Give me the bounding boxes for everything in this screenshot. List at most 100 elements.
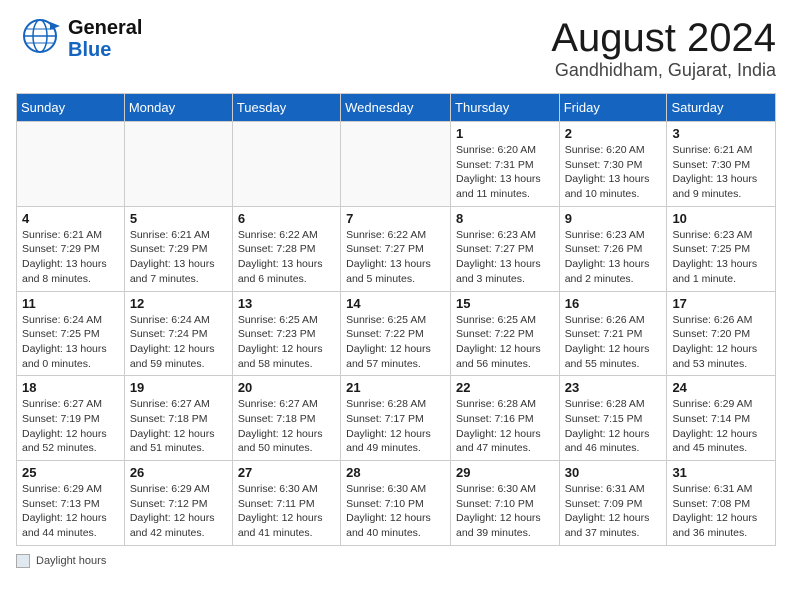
day-number: 2 [565, 126, 662, 141]
daylight-color-box [16, 554, 30, 568]
calendar-cell: 11 Sunrise: 6:24 AM Sunset: 7:25 PM Dayli… [17, 291, 125, 376]
calendar-cell: 17Sunrise: 6:26 AM Sunset: 7:20 PM Dayli… [667, 291, 776, 376]
day-info: Sunrise: 6:23 AM Sunset: 7:26 PM Dayligh… [565, 228, 662, 287]
day-number: 14 [346, 296, 445, 311]
calendar-week-3: 18 Sunrise: 6:27 AM Sunset: 7:19 PM Dayli… [17, 376, 776, 461]
day-number: 8 [456, 211, 554, 226]
day-number: 16 [565, 296, 662, 311]
daylight-label: Daylight hours [36, 555, 106, 567]
calendar-header-row: SundayMondayTuesdayWednesdayThursdayFrid… [17, 94, 776, 122]
calendar-cell [232, 122, 340, 207]
header: General Blue August 2024 Gandhidham, Guj… [16, 16, 776, 81]
calendar-cell: 23Sunrise: 6:28 AM Sunset: 7:15 PM Dayli… [559, 376, 667, 461]
calendar-cell: 12 Sunrise: 6:24 AM Sunset: 7:24 PM Dayli… [124, 291, 232, 376]
day-number: 20 [238, 380, 335, 395]
calendar-cell: 27Sunrise: 6:30 AM Sunset: 7:11 PM Dayli… [232, 461, 340, 546]
calendar-table: SundayMondayTuesdayWednesdayThursdayFrid… [16, 93, 776, 546]
day-number: 18 [22, 380, 119, 395]
calendar-cell: 14Sunrise: 6:25 AM Sunset: 7:22 PM Dayli… [341, 291, 451, 376]
column-header-sunday: Sunday [17, 94, 125, 122]
calendar-cell [17, 122, 125, 207]
day-number: 19 [130, 380, 227, 395]
calendar-cell: 3 Sunrise: 6:21 AM Sunset: 7:30 PM Daylig… [667, 122, 776, 207]
day-number: 9 [565, 211, 662, 226]
calendar-cell: 22 Sunrise: 6:28 AM Sunset: 7:16 PM Dayli… [451, 376, 560, 461]
day-number: 11 [22, 296, 119, 311]
day-number: 13 [238, 296, 335, 311]
calendar-cell [124, 122, 232, 207]
calendar-cell [341, 122, 451, 207]
calendar-cell: 31 Sunrise: 6:31 AM Sunset: 7:08 PM Dayli… [667, 461, 776, 546]
day-number: 26 [130, 465, 227, 480]
day-number: 25 [22, 465, 119, 480]
day-info: Sunrise: 6:21 AM Sunset: 7:30 PM Dayligh… [672, 143, 770, 202]
day-info: Sunrise: 6:31 AM Sunset: 7:08 PM Dayligh… [672, 482, 770, 541]
calendar-cell: 21 Sunrise: 6:28 AM Sunset: 7:17 PM Dayli… [341, 376, 451, 461]
day-number: 27 [238, 465, 335, 480]
column-header-friday: Friday [559, 94, 667, 122]
day-number: 10 [672, 211, 770, 226]
location: Gandhidham, Gujarat, India [551, 60, 776, 81]
calendar-week-0: 1Sunrise: 6:20 AM Sunset: 7:31 PM Daylig… [17, 122, 776, 207]
day-info: Sunrise: 6:28 AM Sunset: 7:16 PM Dayligh… [456, 397, 554, 456]
calendar-cell: 6 Sunrise: 6:22 AM Sunset: 7:28 PM Daylig… [232, 206, 340, 291]
calendar-cell: 13 Sunrise: 6:25 AM Sunset: 7:23 PM Dayli… [232, 291, 340, 376]
day-info: Sunrise: 6:28 AM Sunset: 7:17 PM Dayligh… [346, 397, 445, 456]
day-info: Sunrise: 6:24 AM Sunset: 7:24 PM Dayligh… [130, 313, 227, 372]
day-number: 3 [672, 126, 770, 141]
day-number: 21 [346, 380, 445, 395]
calendar-cell: 10 Sunrise: 6:23 AM Sunset: 7:25 PM Dayli… [667, 206, 776, 291]
day-number: 28 [346, 465, 445, 480]
column-header-monday: Monday [124, 94, 232, 122]
calendar-cell: 19Sunrise: 6:27 AM Sunset: 7:18 PM Dayli… [124, 376, 232, 461]
calendar-cell: 9 Sunrise: 6:23 AM Sunset: 7:26 PM Daylig… [559, 206, 667, 291]
day-info: Sunrise: 6:25 AM Sunset: 7:23 PM Dayligh… [238, 313, 335, 372]
day-number: 4 [22, 211, 119, 226]
day-info: Sunrise: 6:29 AM Sunset: 7:13 PM Dayligh… [22, 482, 119, 541]
logo: General Blue [16, 16, 142, 61]
day-info: Sunrise: 6:26 AM Sunset: 7:20 PM Dayligh… [672, 313, 770, 372]
logo-blue: Blue [68, 39, 142, 61]
day-info: Sunrise: 6:31 AM Sunset: 7:09 PM Dayligh… [565, 482, 662, 541]
day-info: Sunrise: 6:30 AM Sunset: 7:10 PM Dayligh… [346, 482, 445, 541]
day-number: 22 [456, 380, 554, 395]
day-number: 1 [456, 126, 554, 141]
logo-icon [16, 16, 64, 61]
month-year: August 2024 [551, 16, 776, 60]
day-info: Sunrise: 6:23 AM Sunset: 7:25 PM Dayligh… [672, 228, 770, 287]
day-info: Sunrise: 6:28 AM Sunset: 7:15 PM Dayligh… [565, 397, 662, 456]
calendar-cell: 25 Sunrise: 6:29 AM Sunset: 7:13 PM Dayli… [17, 461, 125, 546]
day-info: Sunrise: 6:24 AM Sunset: 7:25 PM Dayligh… [22, 313, 119, 372]
calendar-cell: 8Sunrise: 6:23 AM Sunset: 7:27 PM Daylig… [451, 206, 560, 291]
title-area: August 2024 Gandhidham, Gujarat, India [551, 16, 776, 81]
day-info: Sunrise: 6:22 AM Sunset: 7:27 PM Dayligh… [346, 228, 445, 287]
column-header-saturday: Saturday [667, 94, 776, 122]
day-info: Sunrise: 6:29 AM Sunset: 7:12 PM Dayligh… [130, 482, 227, 541]
day-number: 30 [565, 465, 662, 480]
day-info: Sunrise: 6:27 AM Sunset: 7:18 PM Dayligh… [238, 397, 335, 456]
calendar-cell: 24Sunrise: 6:29 AM Sunset: 7:14 PM Dayli… [667, 376, 776, 461]
calendar-cell: 4 Sunrise: 6:21 AM Sunset: 7:29 PM Daylig… [17, 206, 125, 291]
day-number: 29 [456, 465, 554, 480]
calendar-cell: 15Sunrise: 6:25 AM Sunset: 7:22 PM Dayli… [451, 291, 560, 376]
column-header-wednesday: Wednesday [341, 94, 451, 122]
column-header-tuesday: Tuesday [232, 94, 340, 122]
day-info: Sunrise: 6:27 AM Sunset: 7:19 PM Dayligh… [22, 397, 119, 456]
calendar-cell: 20 Sunrise: 6:27 AM Sunset: 7:18 PM Dayli… [232, 376, 340, 461]
day-info: Sunrise: 6:21 AM Sunset: 7:29 PM Dayligh… [130, 228, 227, 287]
calendar-cell: 5Sunrise: 6:21 AM Sunset: 7:29 PM Daylig… [124, 206, 232, 291]
day-number: 7 [346, 211, 445, 226]
day-info: Sunrise: 6:22 AM Sunset: 7:28 PM Dayligh… [238, 228, 335, 287]
calendar-cell: 1Sunrise: 6:20 AM Sunset: 7:31 PM Daylig… [451, 122, 560, 207]
day-info: Sunrise: 6:21 AM Sunset: 7:29 PM Dayligh… [22, 228, 119, 287]
calendar-cell: 28 Sunrise: 6:30 AM Sunset: 7:10 PM Dayli… [341, 461, 451, 546]
day-number: 12 [130, 296, 227, 311]
day-number: 31 [672, 465, 770, 480]
calendar-week-1: 4 Sunrise: 6:21 AM Sunset: 7:29 PM Daylig… [17, 206, 776, 291]
calendar-cell: 7 Sunrise: 6:22 AM Sunset: 7:27 PM Daylig… [341, 206, 451, 291]
day-number: 6 [238, 211, 335, 226]
calendar-week-4: 25 Sunrise: 6:29 AM Sunset: 7:13 PM Dayli… [17, 461, 776, 546]
day-number: 15 [456, 296, 554, 311]
calendar-week-2: 11 Sunrise: 6:24 AM Sunset: 7:25 PM Dayli… [17, 291, 776, 376]
day-number: 24 [672, 380, 770, 395]
